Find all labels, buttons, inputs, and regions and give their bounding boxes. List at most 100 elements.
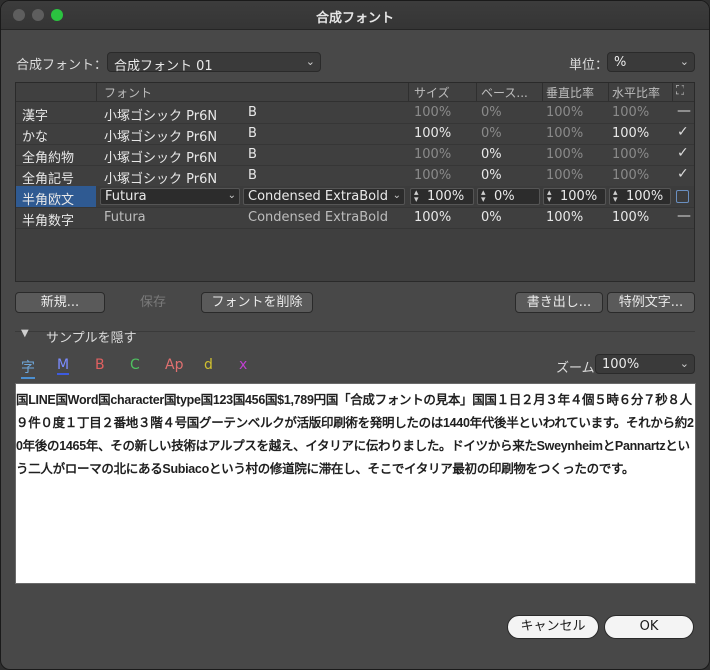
header-horizontal-scale: 水平比率 xyxy=(612,86,661,100)
descender-icon[interactable]: d xyxy=(204,357,213,373)
row-vertical-scale: 100% xyxy=(546,168,584,183)
header-size: サイズ xyxy=(414,86,450,100)
row-size: 100% xyxy=(414,168,452,183)
special-characters-button[interactable]: 特例文字... xyxy=(607,292,695,313)
row-baseline: 0% xyxy=(481,210,502,225)
row-category: 半角数字 xyxy=(22,214,75,229)
row-size: 100% xyxy=(414,126,452,141)
sample-preview-area: 国LINE国Word国character国type国123国456国$1,789… xyxy=(15,383,696,584)
table-row[interactable]: 漢字 小塚ゴシック Pr6N B 100% 0% 100% 100% — xyxy=(16,102,694,124)
new-button[interactable]: 新規... xyxy=(15,292,105,313)
font-settings-table: フォント サイズ ベース... 垂直比率 水平比率 ⛶ 漢字 小塚ゴシック Pr… xyxy=(15,82,695,282)
em-box-icon[interactable]: 字 xyxy=(21,357,35,379)
export-button[interactable]: 書き出し... xyxy=(515,292,603,313)
cap-height-icon[interactable]: C xyxy=(130,357,140,373)
zoom-label: ズーム xyxy=(556,361,595,376)
font-style-value: Condensed ExtraBold xyxy=(248,189,388,204)
baseline-stepper[interactable]: ▴ ▾ 0% xyxy=(477,188,540,205)
row-vertical-scale: 100% xyxy=(546,105,584,120)
row-horizontal-scale: 100% xyxy=(612,147,650,162)
row-vertical-scale: 100% xyxy=(546,210,584,225)
chevron-down-icon: ⌄ xyxy=(679,357,689,370)
table-header: フォント サイズ ベース... 垂直比率 水平比率 ⛶ xyxy=(16,83,694,102)
select-all-icon[interactable]: ⛶ xyxy=(676,83,684,98)
checkmark-icon[interactable]: ✓ xyxy=(677,145,689,161)
window-title: 合成フォント xyxy=(315,11,394,26)
delete-font-button[interactable]: フォントを削除 xyxy=(201,292,313,313)
row-vertical-scale: 100% xyxy=(546,126,584,141)
row-style: B xyxy=(248,147,257,162)
checkbox-empty[interactable] xyxy=(676,190,689,203)
horizontal-scale-value: 100% xyxy=(626,189,664,204)
row-baseline: 0% xyxy=(481,147,502,162)
font-family-value: Futura xyxy=(105,189,147,204)
row-baseline: 0% xyxy=(481,168,502,183)
row-baseline: 0% xyxy=(481,126,502,141)
row-category: 全角記号 xyxy=(22,172,75,187)
x-height-icon[interactable]: x xyxy=(239,357,247,373)
stepper-arrows-icon[interactable]: ▴ ▾ xyxy=(613,189,618,205)
row-font: 小塚ゴシック Pr6N xyxy=(104,109,218,124)
table-row[interactable]: 全角約物 小塚ゴシック Pr6N B 100% 0% 100% 100% ✓ xyxy=(16,144,694,166)
chevron-down-icon: ⌄ xyxy=(392,190,401,201)
stepper-arrows-icon[interactable]: ▴ ▾ xyxy=(547,189,552,205)
stepper-arrows-icon[interactable]: ▴ ▾ xyxy=(481,189,486,205)
sample-text: 国LINE国Word国character国type国123国456国$1,789… xyxy=(16,393,694,476)
triangle-down-icon[interactable]: ▼ xyxy=(21,328,29,339)
size-stepper[interactable]: ▴ ▾ 100% xyxy=(410,188,474,205)
chevron-down-icon: ⌄ xyxy=(227,190,236,201)
cancel-button[interactable]: キャンセル xyxy=(507,615,599,639)
row-baseline: 0% xyxy=(481,105,502,120)
row-style: Condensed ExtraBold xyxy=(248,210,388,225)
title-bar: 合成フォント xyxy=(1,1,709,30)
table-row[interactable]: かな 小塚ゴシック Pr6N B 100% 0% 100% 100% ✓ xyxy=(16,123,694,145)
row-style: B xyxy=(248,168,257,183)
ascender-icon[interactable]: Ap xyxy=(165,357,183,373)
table-row[interactable]: 半角数字 Futura Condensed ExtraBold 100% 0% … xyxy=(16,207,694,229)
table-row-selected[interactable]: 半角欧文 Futura ⌄ Condensed ExtraBold ⌄ ▴ ▾ 1… xyxy=(16,186,694,208)
row-size: 100% xyxy=(414,147,452,162)
checkmark-icon[interactable]: ✓ xyxy=(677,124,689,140)
ideographic-box-icon[interactable]: M xyxy=(57,357,70,375)
row-font: Futura xyxy=(104,210,146,225)
row-vertical-scale: 100% xyxy=(546,147,584,162)
ok-button[interactable]: OK xyxy=(604,615,694,639)
row-size: 100% xyxy=(414,105,452,120)
row-horizontal-scale: 100% xyxy=(612,168,650,183)
row-category: かな xyxy=(22,130,49,145)
dash-icon[interactable]: — xyxy=(677,103,691,119)
hide-sample-toggle[interactable]: サンプルを隠す xyxy=(46,327,137,346)
row-horizontal-scale: 100% xyxy=(612,210,650,225)
zoom-value: 100% xyxy=(602,357,640,372)
zoom-dropdown[interactable]: 100% ⌄ xyxy=(595,354,695,374)
font-family-dropdown[interactable]: Futura ⌄ xyxy=(100,188,240,205)
header-vertical-scale: 垂直比率 xyxy=(546,86,595,100)
row-horizontal-scale: 100% xyxy=(612,126,650,141)
composite-font-label: 合成フォント： xyxy=(16,58,108,73)
row-size: 100% xyxy=(414,210,452,225)
chevron-down-icon: ⌄ xyxy=(305,55,315,68)
row-style: B xyxy=(248,126,257,141)
row-font: 小塚ゴシック Pr6N xyxy=(104,151,218,166)
table-row[interactable]: 全角記号 小塚ゴシック Pr6N B 100% 0% 100% 100% ✓ xyxy=(16,165,694,187)
row-category: 半角欧文 xyxy=(22,193,75,208)
baseline-icon[interactable]: B xyxy=(95,357,105,373)
row-style: B xyxy=(248,105,257,120)
stepper-arrows-icon[interactable]: ▴ ▾ xyxy=(414,189,419,205)
chevron-down-icon: ⌄ xyxy=(679,55,689,68)
checkmark-icon[interactable]: ✓ xyxy=(677,166,689,182)
horizontal-scale-stepper[interactable]: ▴ ▾ 100% xyxy=(609,188,671,205)
vertical-scale-stepper[interactable]: ▴ ▾ 100% xyxy=(543,188,606,205)
header-baseline: ベース... xyxy=(481,86,528,100)
save-button[interactable]: 保存 xyxy=(109,292,197,313)
font-style-dropdown[interactable]: Condensed ExtraBold ⌄ xyxy=(243,188,405,205)
header-font: フォント xyxy=(104,86,153,100)
unit-dropdown[interactable]: % ⌄ xyxy=(607,52,695,72)
row-category: 漢字 xyxy=(22,109,49,124)
composite-font-value: 合成フォント 01 xyxy=(114,59,213,74)
dash-icon[interactable]: — xyxy=(677,208,691,224)
unit-value: % xyxy=(614,55,627,70)
composite-font-dropdown[interactable]: 合成フォント 01 ⌄ xyxy=(107,52,321,74)
row-horizontal-scale: 100% xyxy=(612,105,650,120)
unit-label: 単位： xyxy=(569,58,609,73)
